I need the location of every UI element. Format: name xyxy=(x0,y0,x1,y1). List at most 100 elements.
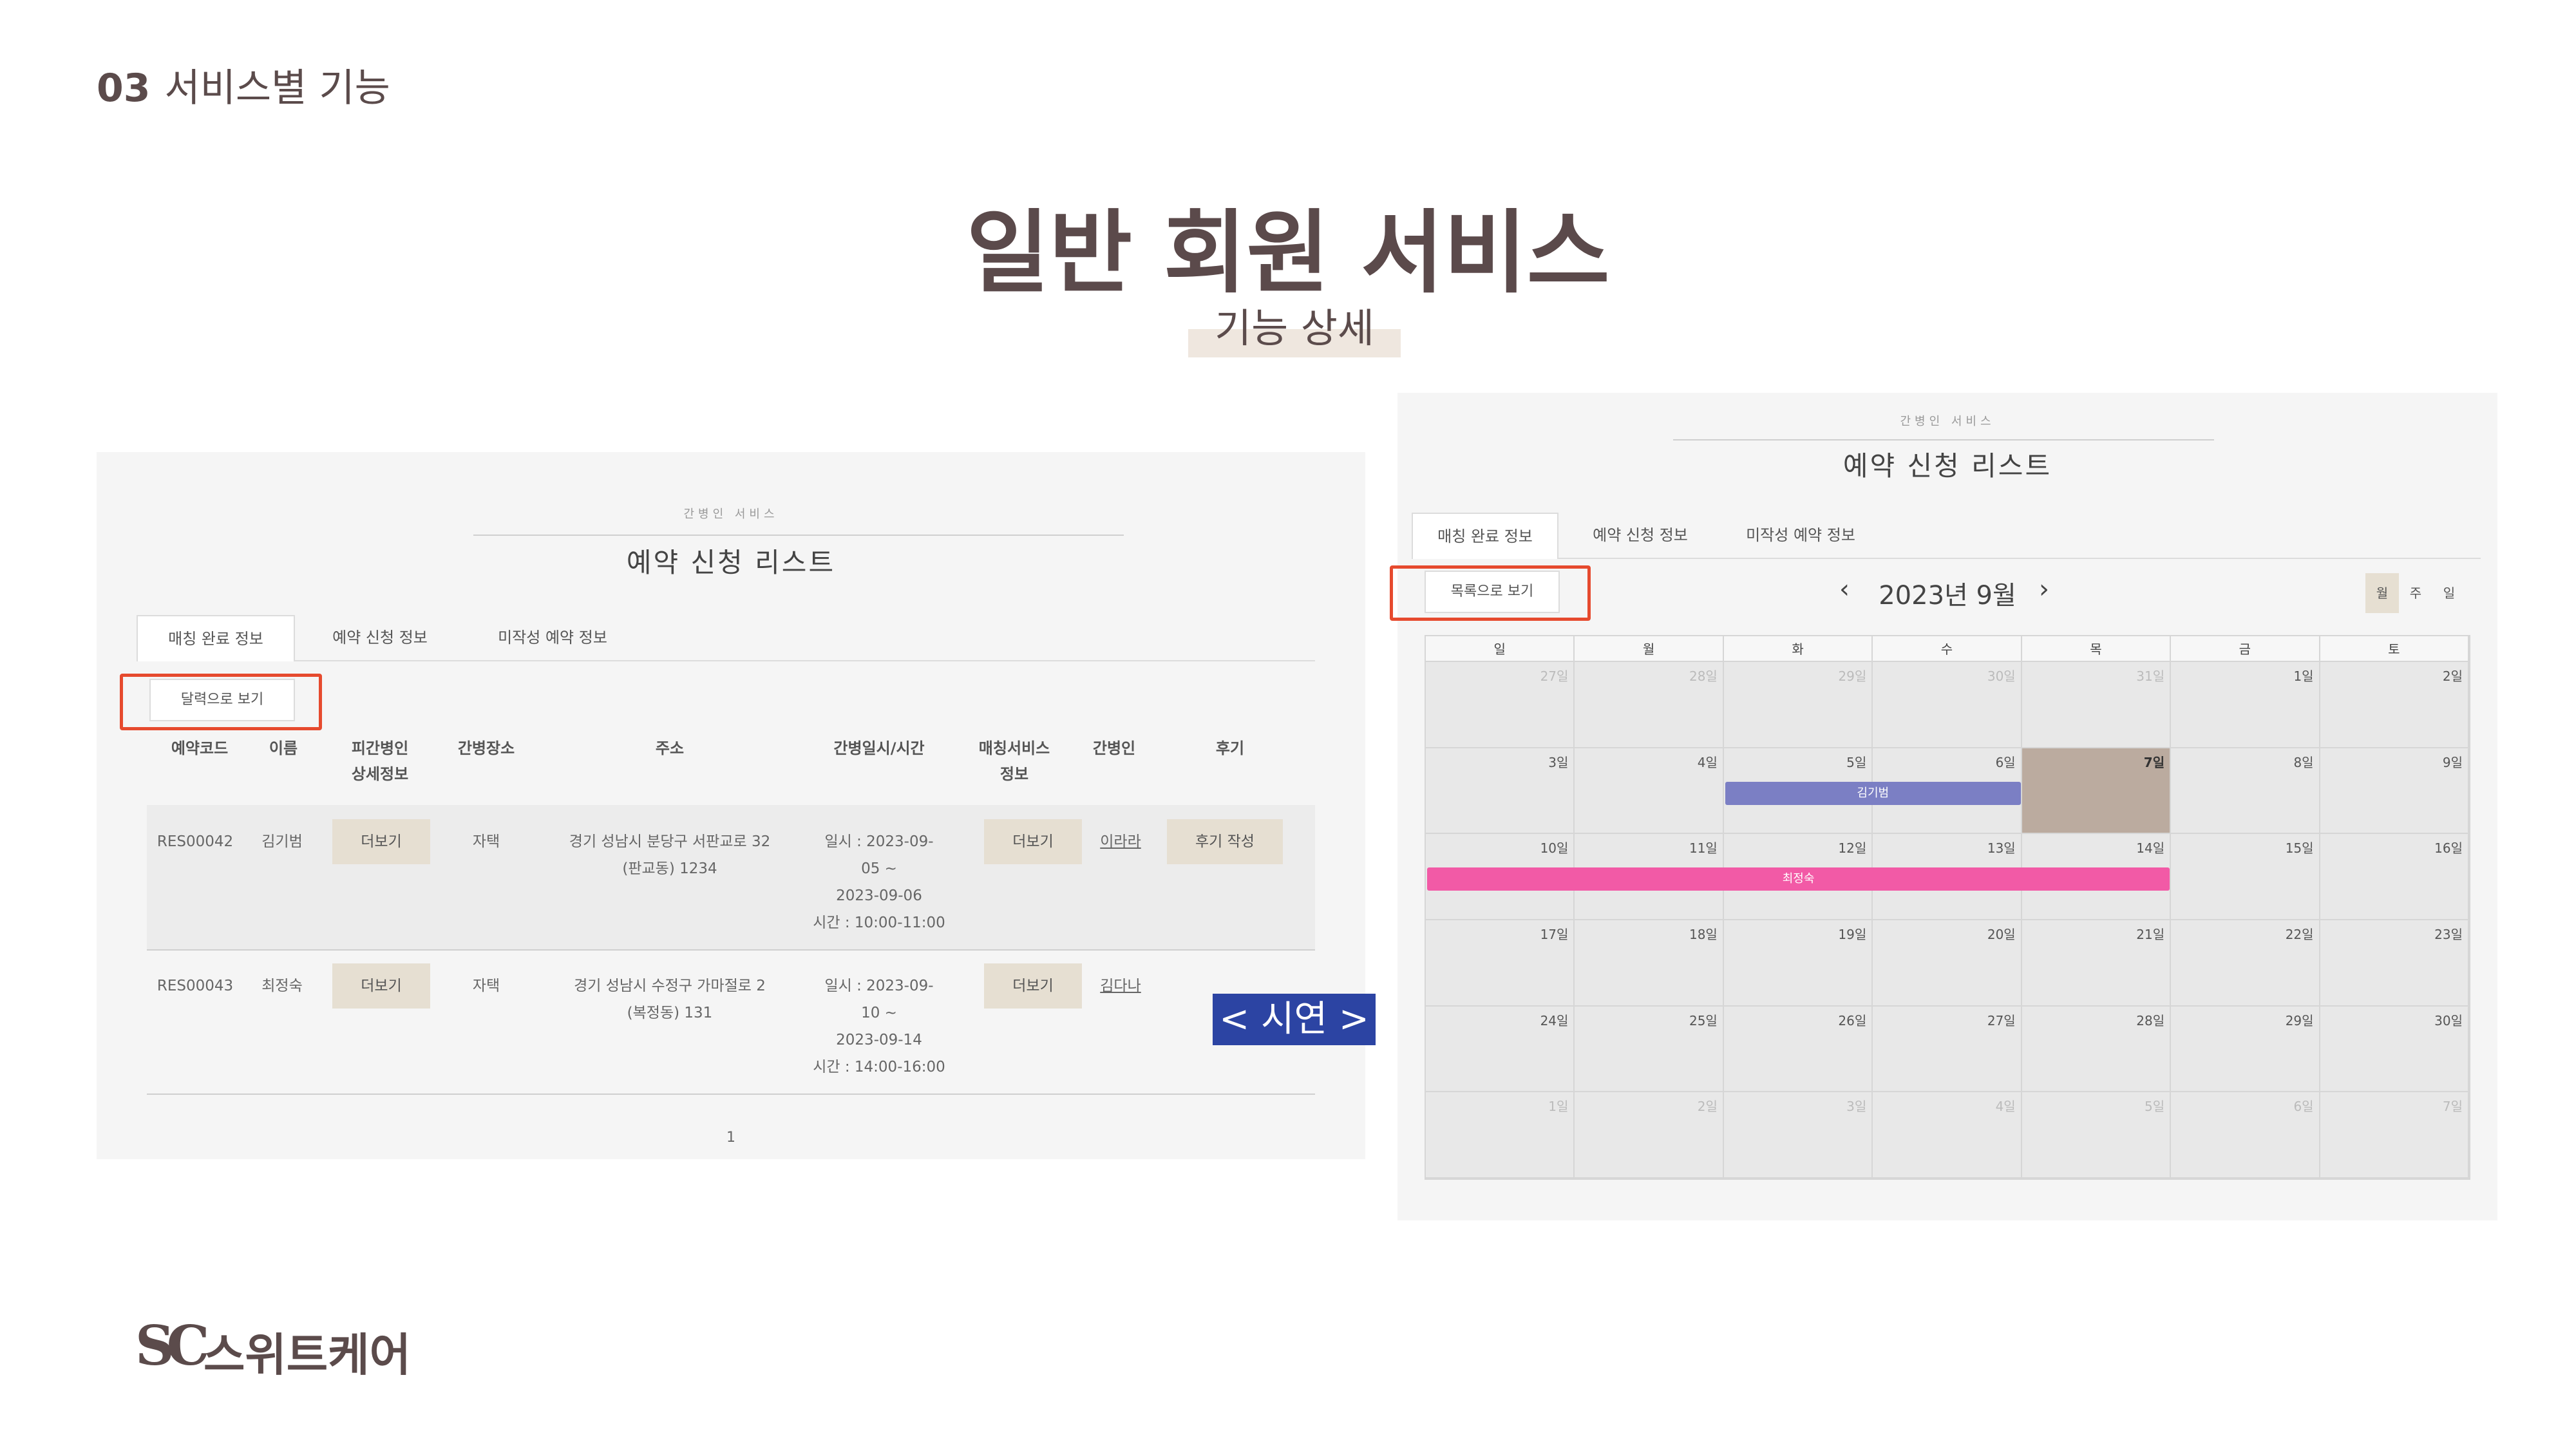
prev-month-icon[interactable]: ‹ xyxy=(1839,574,1850,604)
cell-place: 자택 xyxy=(472,833,500,850)
cell-name: 김기범 xyxy=(261,833,303,850)
service-kicker: 간병인 서비스 xyxy=(683,507,779,521)
patient-detail-button[interactable]: 더보기 xyxy=(332,819,430,864)
day-number: 28일 xyxy=(1689,668,1718,684)
calendar-day-cell[interactable]: 29일 xyxy=(2171,1006,2320,1093)
tab-unwritten-info[interactable]: 미작성 예약 정보 xyxy=(470,615,635,660)
cell-datetime: 일시 : 2023-09- 05 ~ 2023-09-06 시간 : 10:00… xyxy=(805,828,953,936)
caregiver-link[interactable]: 이라라 xyxy=(1082,828,1159,855)
calendar-day-cell[interactable]: 23일 xyxy=(2320,920,2469,1007)
calendar-day-cell[interactable]: 4일 xyxy=(1873,1092,2022,1179)
calendar-day-cell[interactable]: 8일 xyxy=(2171,748,2320,835)
calendar-day-cell[interactable]: 6일 xyxy=(2171,1092,2320,1179)
col-header-review: 후기 xyxy=(1215,739,1245,757)
calendar-day-cell[interactable]: 2일 xyxy=(1575,1092,1724,1179)
day-number: 8일 xyxy=(2293,754,2314,770)
calendar-day-cell[interactable]: 1일 xyxy=(2171,662,2320,748)
calendar-day-cell[interactable]: 3일 xyxy=(1426,748,1575,835)
day-number: 29일 xyxy=(1838,668,1867,684)
calendar-day-cell[interactable]: 27일 xyxy=(1873,1006,2022,1093)
day-number: 7일 xyxy=(2143,754,2165,770)
tab-unwritten-info[interactable]: 미작성 예약 정보 xyxy=(1718,513,1883,558)
calendar-day-cell[interactable]: 28일 xyxy=(2022,1006,2172,1093)
patient-detail-button[interactable]: 더보기 xyxy=(332,963,430,1009)
day-number: 30일 xyxy=(1987,668,2016,684)
calendar-day-cell[interactable]: 25일 xyxy=(1575,1006,1724,1093)
write-review-button[interactable]: 후기 작성 xyxy=(1167,819,1283,864)
calendar-day-cell[interactable]: 16일 xyxy=(2320,834,2469,920)
calendar-day-cell[interactable]: 15일 xyxy=(2171,834,2320,920)
day-number: 4일 xyxy=(1697,754,1718,770)
brand-logo: SC xyxy=(135,1314,209,1378)
view-day-button[interactable]: 일 xyxy=(2432,573,2466,613)
col-header-name: 이름 xyxy=(269,739,298,757)
calendar-day-cell[interactable]: 3일 xyxy=(1723,1092,1873,1179)
calendar-day-cell[interactable]: 27일 xyxy=(1426,662,1575,748)
tab-matched-info[interactable]: 매칭 완료 정보 xyxy=(137,615,295,661)
service-kicker: 간병인 서비스 xyxy=(1900,415,1995,428)
tab-request-info[interactable]: 예약 신청 정보 xyxy=(307,615,453,660)
calendar-event[interactable]: 최정숙 xyxy=(1427,867,2170,891)
calendar-day-cell[interactable]: 19일 xyxy=(1723,920,1873,1007)
col-header-place: 간병장소 xyxy=(457,739,515,757)
cell-name: 최정숙 xyxy=(261,978,303,994)
table-row: RES00042 김기범 더보기 자택 경기 성남시 분당구 서판교로 32 (… xyxy=(147,805,1315,951)
service-info-button[interactable]: 더보기 xyxy=(984,963,1082,1009)
day-number: 21일 xyxy=(2136,927,2165,942)
calendar-day-cell[interactable]: 4일 xyxy=(1575,748,1724,835)
tab-request-info[interactable]: 예약 신청 정보 xyxy=(1567,513,1713,558)
highlight-box xyxy=(1390,565,1591,621)
cell-address: 경기 성남시 분당구 서판교로 32 (판교동) 1234 xyxy=(541,828,799,882)
next-month-icon[interactable]: › xyxy=(2039,574,2049,604)
col-header-service-l2: 정보 xyxy=(999,765,1029,783)
day-number: 15일 xyxy=(2285,840,2314,857)
calendar-day-cell[interactable]: 22일 xyxy=(2171,920,2320,1007)
day-number: 5일 xyxy=(1846,754,1867,770)
calendar-day-cell[interactable]: 7일 xyxy=(2022,748,2172,835)
day-number: 6일 xyxy=(2293,1099,2314,1115)
calendar-day-cell[interactable]: 30일 xyxy=(2320,1006,2469,1093)
day-number: 4일 xyxy=(1995,1099,2016,1115)
cell-place: 자택 xyxy=(472,978,500,994)
calendar-day-cell[interactable]: 2일 xyxy=(2320,662,2469,748)
col-header-caregiver: 간병인 xyxy=(1092,739,1136,757)
calendar-day-cell[interactable]: 1일 xyxy=(1426,1092,1575,1179)
cell-datetime-l4: 시간 : 14:00-16:00 xyxy=(813,1059,945,1075)
slide-subtitle-block: 기능 상세 xyxy=(1188,293,1401,357)
calendar-day-cell[interactable]: 17일 xyxy=(1426,920,1575,1007)
calendar-day-cell[interactable]: 30일 xyxy=(1873,662,2022,748)
view-week-button[interactable]: 주 xyxy=(2399,573,2432,613)
section-number: 03 xyxy=(97,66,151,111)
cell-code: RES00043 xyxy=(156,978,234,994)
calendar-panel-title: 예약 신청 리스트 xyxy=(1842,450,2052,482)
highlight-box xyxy=(120,674,322,730)
caregiver-link[interactable]: 김다나 xyxy=(1082,972,1159,999)
day-number: 14일 xyxy=(2136,840,2165,857)
tab-matched-info[interactable]: 매칭 완료 정보 xyxy=(1412,513,1558,559)
calendar-event[interactable]: 김기범 xyxy=(1725,781,2021,805)
calendar-day-cell[interactable]: 28일 xyxy=(1575,662,1724,748)
day-number: 2일 xyxy=(1697,1099,1718,1115)
slide-title: 일반 회원 서비스 xyxy=(966,201,1610,306)
calendar-day-cell[interactable]: 31일 xyxy=(2022,662,2172,748)
day-number: 13일 xyxy=(1987,840,2016,857)
calendar-day-cell[interactable]: 9일 xyxy=(2320,748,2469,835)
calendar-day-cell[interactable]: 7일 xyxy=(2320,1092,2469,1179)
day-number: 16일 xyxy=(2434,840,2463,857)
service-info-button[interactable]: 더보기 xyxy=(984,819,1082,864)
calendar-day-cell[interactable]: 26일 xyxy=(1723,1006,1873,1093)
calendar-day-cell[interactable]: 24일 xyxy=(1426,1006,1575,1093)
view-month-button[interactable]: 월 xyxy=(2365,573,2399,613)
calendar-day-cell[interactable]: 29일 xyxy=(1723,662,1873,748)
cell-datetime-l1: 일시 : 2023-09- xyxy=(824,833,934,850)
calendar-day-cell[interactable]: 18일 xyxy=(1575,920,1724,1007)
day-number: 27일 xyxy=(1987,1012,2016,1028)
calendar-day-cell[interactable]: 5일 xyxy=(2022,1092,2172,1179)
page-number[interactable]: 1 xyxy=(97,1130,1365,1146)
day-number: 10일 xyxy=(1540,840,1569,857)
calendar-day-cell[interactable]: 21일 xyxy=(2022,920,2172,1007)
cell-datetime-l1: 일시 : 2023-09- xyxy=(824,978,934,994)
cell-datetime-l2: 05 ~ xyxy=(861,860,897,877)
day-number: 1일 xyxy=(2293,668,2314,684)
calendar-day-cell[interactable]: 20일 xyxy=(1873,920,2022,1007)
